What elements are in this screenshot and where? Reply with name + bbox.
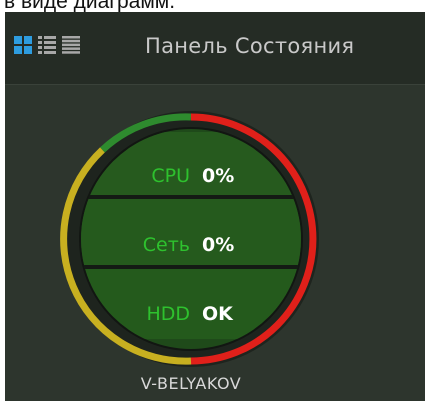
device-name: V-BELYAKOV <box>140 374 242 393</box>
metric-label: HDD <box>146 303 190 325</box>
device-status-widget[interactable]: CPU 0% Сеть 0% HDD OK <box>60 108 322 370</box>
caption-text: в виде диаграмм. <box>4 0 176 13</box>
metric-row-hdd: HDD OK <box>60 294 322 334</box>
grid-view-icon[interactable] <box>14 36 32 54</box>
metric-value: 0% <box>202 234 235 256</box>
status-panel: Панель Состояния CPU 0% Сеть 0% HDD OK V… <box>5 12 425 401</box>
toolbar: Панель Состояния <box>5 12 425 85</box>
list-view-icon[interactable] <box>38 36 56 54</box>
metric-value: OK <box>202 303 233 325</box>
metric-row-cpu: CPU 0% <box>60 156 322 196</box>
device-area: CPU 0% Сеть 0% HDD OK V-BELYAKOV <box>5 85 425 401</box>
panel-title: Панель Состояния <box>145 34 355 58</box>
detailed-list-view-icon[interactable] <box>62 36 80 54</box>
metric-row-network: Сеть 0% <box>60 225 322 265</box>
row-divider <box>81 265 301 269</box>
metric-value: 0% <box>202 165 235 187</box>
metric-label: CPU <box>151 165 190 187</box>
metric-label: Сеть <box>142 234 190 256</box>
